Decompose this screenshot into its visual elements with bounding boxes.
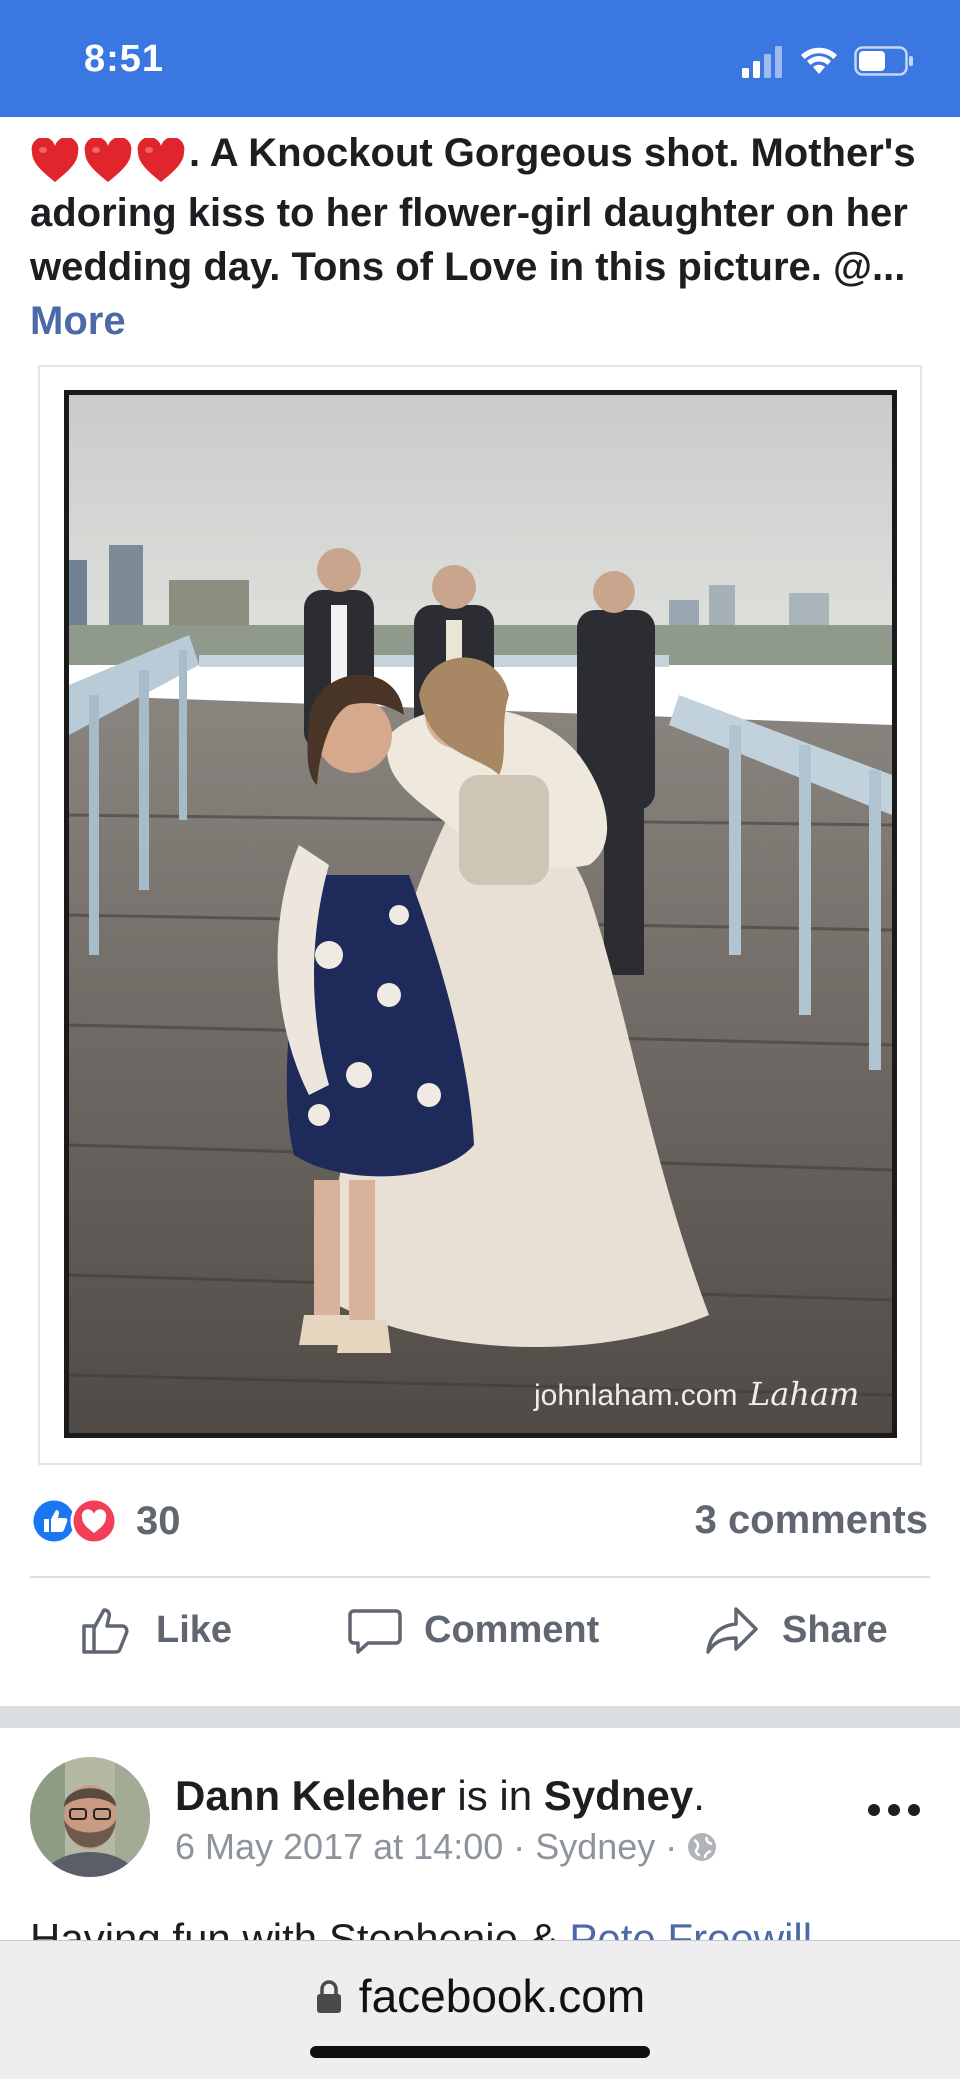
post-timestamp[interactable]: 6 May 2017 at 14:00 · Sydney · xyxy=(175,1826,677,1868)
is-in-text: is in xyxy=(457,1772,533,1819)
divider xyxy=(30,1576,930,1578)
post-photo[interactable]: johnlaham.com Laham xyxy=(64,390,897,1438)
url-text: facebook.com xyxy=(358,1970,646,2022)
reactions-summary[interactable]: 30 xyxy=(30,1495,181,1547)
avatar[interactable] xyxy=(30,1757,150,1877)
lock-icon xyxy=(316,1980,341,2013)
globe-icon xyxy=(688,1833,717,1861)
status-time: 8:51 xyxy=(84,38,165,80)
author-line-period: . xyxy=(693,1772,705,1819)
post-author-line: Dann Keleher is in Sydney. xyxy=(175,1772,705,1820)
share-arrow-icon xyxy=(706,1607,758,1654)
home-indicator[interactable] xyxy=(310,2046,650,2058)
comments-count-link[interactable]: 3 comments xyxy=(695,1498,928,1543)
thumbs-up-icon xyxy=(82,1608,129,1654)
like-button[interactable]: Like xyxy=(78,1600,232,1660)
comment-bubble-icon xyxy=(348,1609,402,1654)
love-reaction-icon xyxy=(70,1497,118,1545)
share-button[interactable]: Share xyxy=(704,1600,888,1660)
cellular-signal-icon xyxy=(742,46,782,78)
heart-emoji-icon xyxy=(31,138,79,183)
post-meta: 6 May 2017 at 14:00 · Sydney · xyxy=(175,1826,719,1868)
status-bar: 8:51 xyxy=(0,0,960,117)
reaction-count: 30 xyxy=(136,1498,181,1543)
heart-emoji-icon xyxy=(137,138,185,183)
photo-watermark: johnlaham.com xyxy=(533,1379,737,1412)
wedding-photo-image: johnlaham.com Laham xyxy=(69,395,892,1433)
comment-label: Comment xyxy=(424,1608,600,1651)
more-options-icon[interactable] xyxy=(866,1795,922,1825)
url-display[interactable]: facebook.com xyxy=(0,1969,960,2023)
author-name[interactable]: Dann Keleher xyxy=(175,1772,446,1819)
browser-address-bar[interactable]: facebook.com xyxy=(0,1940,960,2079)
battery-icon xyxy=(854,46,913,76)
more-link[interactable]: More xyxy=(30,299,126,343)
post-caption: . A Knockout Gorgeous shot. Mother's ado… xyxy=(30,126,930,348)
feed-separator xyxy=(0,1706,960,1728)
comment-button[interactable]: Comment xyxy=(346,1600,599,1660)
heart-emoji-icon xyxy=(84,138,132,183)
hearts-emoji xyxy=(30,132,189,186)
place-name[interactable]: Sydney xyxy=(544,1772,693,1819)
post-action-bar: Like Comment Share xyxy=(0,1590,960,1670)
like-label: Like xyxy=(156,1608,233,1651)
wifi-icon xyxy=(801,47,837,74)
share-label: Share xyxy=(782,1608,888,1651)
photo-signature: Laham xyxy=(748,1375,859,1413)
profile-photo-image xyxy=(30,1757,150,1877)
